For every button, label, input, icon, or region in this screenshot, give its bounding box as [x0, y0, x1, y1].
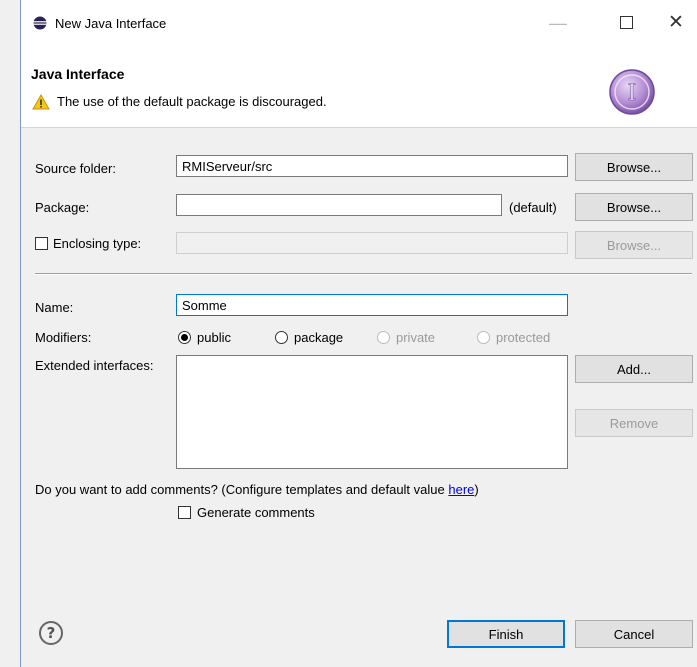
package-label: Package:	[35, 200, 90, 215]
wizard-header: Java Interface The use of the default pa…	[21, 44, 697, 127]
modifier-public-label: public	[197, 330, 231, 345]
modifier-protected-label: protected	[496, 330, 551, 345]
modifier-private-label: private	[396, 330, 436, 345]
dialog-window: New Java Interface — ✕ Java Interface Th…	[20, 0, 697, 667]
header-divider	[21, 127, 697, 128]
finish-button[interactable]: Finish	[447, 620, 565, 648]
comments-question-end: )	[474, 482, 479, 497]
window-title: New Java Interface	[55, 16, 167, 31]
title-bar: New Java Interface — ✕	[21, 0, 697, 44]
warning-message: The use of the default package is discou…	[57, 94, 327, 109]
close-button[interactable]: ✕	[653, 8, 697, 38]
modifier-public-radio[interactable]	[178, 331, 191, 344]
modifier-package-label: package	[294, 330, 344, 345]
enclosing-type-checkbox[interactable]	[35, 237, 48, 250]
modifier-protected-radio	[477, 331, 490, 344]
package-field[interactable]	[176, 194, 502, 216]
comments-question: Do you want to add comments? (Configure …	[35, 482, 479, 497]
generate-comments-label: Generate comments	[197, 505, 315, 520]
comments-question-text: Do you want to add comments? (Configure …	[35, 482, 449, 497]
remove-interface-button: Remove	[575, 409, 693, 437]
name-field[interactable]	[176, 294, 568, 316]
package-browse-button[interactable]: Browse...	[575, 193, 693, 221]
help-icon[interactable]: ?	[39, 621, 63, 645]
modifier-private-radio	[377, 331, 390, 344]
maximize-icon	[619, 16, 633, 30]
generate-comments-checkbox[interactable]	[178, 506, 191, 519]
extended-interfaces-list[interactable]	[176, 355, 568, 469]
add-interface-button[interactable]: Add...	[575, 355, 693, 383]
enclosing-type-label: Enclosing type:	[53, 236, 142, 251]
page-title: Java Interface	[31, 66, 125, 82]
package-default-label: (default)	[509, 200, 557, 215]
enclosing-type-field	[176, 232, 568, 254]
section-divider	[35, 273, 692, 274]
source-folder-browse-button[interactable]: Browse...	[575, 153, 693, 181]
templates-link[interactable]: here	[448, 482, 474, 497]
modifier-package-radio[interactable]	[275, 331, 288, 344]
cancel-button[interactable]: Cancel	[575, 620, 693, 648]
minimize-button[interactable]: —	[535, 8, 581, 38]
source-folder-field[interactable]	[176, 155, 568, 177]
source-folder-label: Source folder:	[35, 161, 116, 176]
warning-icon	[32, 94, 50, 110]
name-label: Name:	[35, 300, 74, 315]
eclipse-icon	[33, 16, 47, 30]
maximize-button[interactable]	[603, 8, 649, 38]
enclosing-type-browse-button: Browse...	[575, 231, 693, 259]
modifiers-label: Modifiers:	[35, 330, 92, 345]
interface-i-icon: I	[609, 69, 655, 115]
banner-letter: I	[628, 81, 637, 106]
extended-interfaces-label: Extended interfaces:	[35, 358, 154, 373]
